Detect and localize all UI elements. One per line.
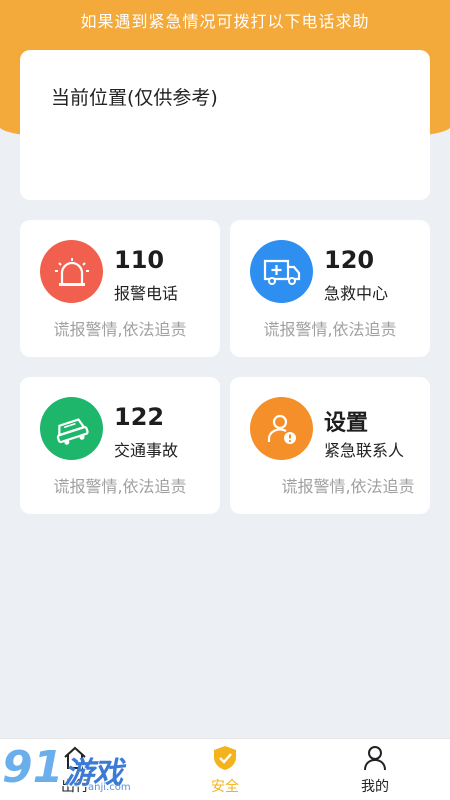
- location-card[interactable]: 当前位置(仅供参考): [20, 50, 430, 200]
- card-number: 120: [324, 246, 375, 274]
- card-ambulance[interactable]: 120 急救中心 谎报警情,依法追责: [230, 220, 430, 357]
- contact-alert-icon: [250, 397, 313, 460]
- shield-check-icon: [214, 746, 236, 770]
- card-note: 谎报警情,依法追责: [53, 320, 187, 339]
- car-crash-icon: [40, 397, 103, 460]
- card-label: 紧急联系人: [324, 441, 405, 460]
- card-police[interactable]: 110 报警电话 谎报警情,依法追责: [20, 220, 220, 357]
- card-number: 122: [114, 403, 165, 431]
- tab-label: 我的: [361, 779, 389, 795]
- card-label: 报警电话: [114, 284, 179, 303]
- location-title: 当前位置(仅供参考): [51, 87, 218, 109]
- tab-mine[interactable]: 我的: [300, 739, 450, 800]
- emergency-banner: 如果遇到紧急情况可拨打以下电话求助: [80, 12, 370, 31]
- card-number: 110: [114, 246, 165, 274]
- card-traffic[interactable]: 122 交通事故 谎报警情,依法追责: [20, 377, 220, 514]
- watermark-url: anji.com: [88, 782, 131, 793]
- tab-safety[interactable]: 安全: [150, 739, 300, 800]
- card-note: 谎报警情,依法追责: [53, 477, 187, 496]
- card-number: 设置: [324, 411, 369, 436]
- card-label: 交通事故: [114, 441, 179, 460]
- card-label: 急救中心: [324, 284, 389, 303]
- tab-label: 安全: [211, 779, 239, 795]
- card-emergency-contact[interactable]: 设置 紧急联系人 谎报警情,依法追责: [230, 377, 430, 514]
- ambulance-icon: [250, 240, 313, 303]
- watermark-digits: 91: [2, 742, 64, 793]
- card-note: 谎报警情,依法追责: [263, 320, 397, 339]
- watermark-logo: 91 游戏 anji.com: [2, 742, 142, 798]
- user-icon: [364, 746, 386, 771]
- police-siren-icon: [40, 240, 103, 303]
- card-note: 谎报警情,依法追责: [281, 477, 415, 496]
